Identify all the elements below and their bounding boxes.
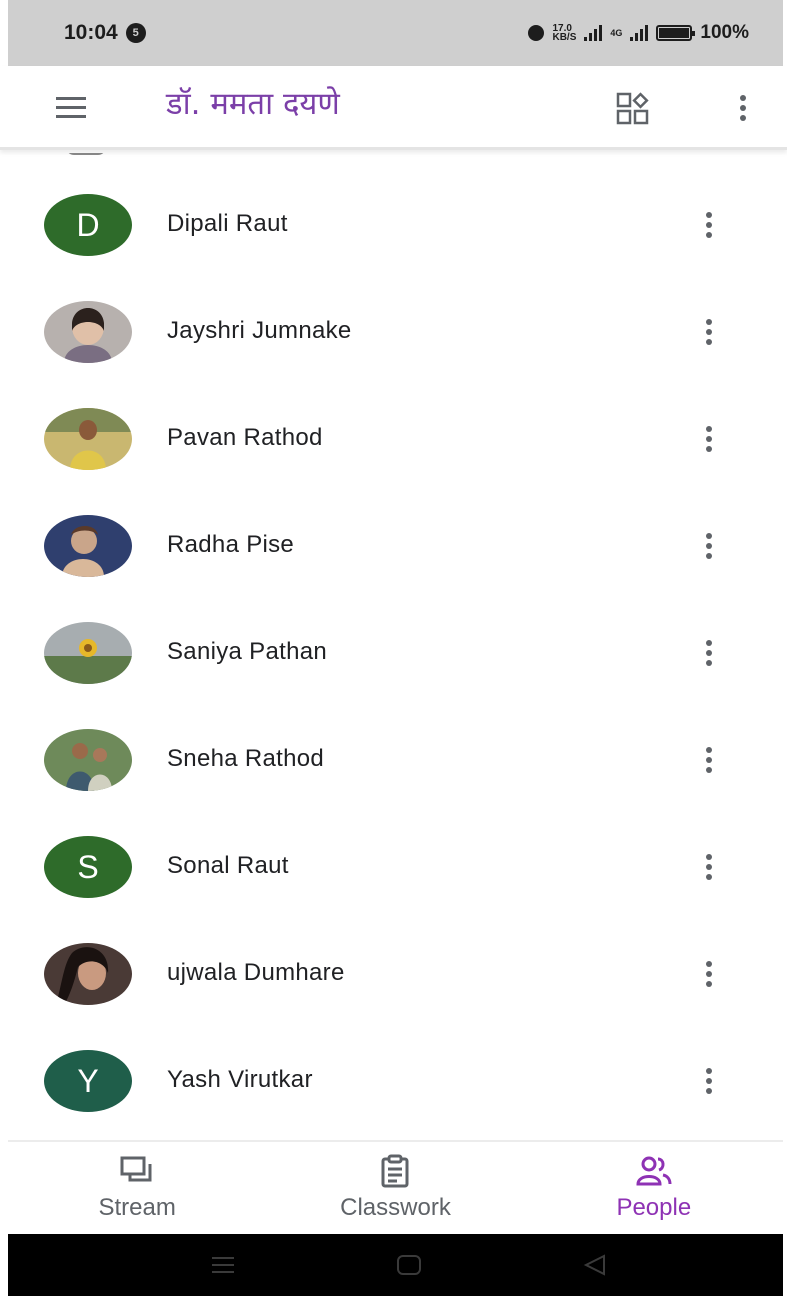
alarm-icon: [528, 25, 545, 41]
nav-people-label: People: [616, 1194, 692, 1221]
person-row[interactable]: Pavan Rathod: [0, 386, 787, 492]
back-icon[interactable]: [580, 1251, 610, 1279]
more-vert-icon[interactable]: [694, 740, 724, 780]
more-vert-icon[interactable]: [694, 419, 724, 459]
avatar[interactable]: [44, 729, 132, 791]
recents-icon[interactable]: [208, 1251, 238, 1279]
network-type-label: 4G: [610, 27, 623, 38]
bottom-nav: Stream Classwork People: [8, 1140, 783, 1234]
more-vert-icon[interactable]: [694, 1061, 724, 1101]
person-name: Pavan Rathod: [167, 424, 323, 451]
person-name: Dipali Raut: [167, 210, 288, 237]
avatar[interactable]: S: [44, 836, 132, 898]
person-name: Radha Pise: [167, 531, 295, 558]
classwork-icon: [381, 1154, 409, 1188]
status-right: 17.0 KB/S 4G 100%: [528, 22, 749, 44]
signal-icon-2: [630, 25, 649, 41]
stream-icon: [120, 1156, 152, 1182]
more-vert-icon[interactable]: [728, 88, 758, 128]
people-icon: [636, 1156, 672, 1186]
network-speed-unit: KB/S: [552, 32, 577, 43]
person-name: Yash Virutkar: [167, 1066, 313, 1093]
network-speed: 17.0 KB/S: [552, 24, 577, 43]
battery-icon: [656, 25, 696, 41]
partial-avatar: [66, 153, 106, 155]
home-icon[interactable]: [394, 1251, 424, 1279]
more-vert-icon[interactable]: [694, 633, 724, 673]
more-vert-icon[interactable]: [694, 847, 724, 887]
avatar[interactable]: [44, 301, 132, 363]
more-vert-icon[interactable]: [694, 954, 724, 994]
signal-icon: [584, 25, 603, 41]
nav-classwork-label: Classwork: [340, 1194, 451, 1221]
person-row[interactable]: S Sonal Raut: [0, 814, 787, 920]
nav-stream[interactable]: Stream: [8, 1142, 266, 1234]
person-row[interactable]: Y Yash Virutkar: [0, 1028, 787, 1134]
more-vert-icon[interactable]: [694, 312, 724, 352]
person-row[interactable]: Saniya Pathan: [0, 600, 787, 706]
person-name: Jayshri Jumnake: [167, 317, 352, 344]
avatar[interactable]: [44, 408, 132, 470]
person-row[interactable]: Radha Pise: [0, 493, 787, 599]
class-title: डॉ. ममता दयणे: [166, 86, 340, 122]
avatar-letter: D: [76, 206, 100, 243]
screen: 10:04 5 17.0 KB/S 4G 100% डॉ. ममता दयणे: [0, 0, 787, 1301]
avatar[interactable]: Y: [44, 1050, 132, 1112]
avatar[interactable]: D: [44, 194, 132, 256]
avatar-letter: Y: [77, 1062, 99, 1099]
avatar[interactable]: [44, 515, 132, 577]
system-nav-bar: [8, 1234, 783, 1296]
person-row[interactable]: ujwala Dumhare: [0, 921, 787, 1027]
person-row[interactable]: Sneha Rathod: [0, 707, 787, 813]
battery-level: 100%: [700, 22, 749, 43]
clock: 10:04: [64, 21, 118, 44]
person-row[interactable]: D Dipali Raut: [0, 172, 787, 278]
avatar[interactable]: [44, 943, 132, 1005]
more-vert-icon[interactable]: [694, 526, 724, 566]
person-name: ujwala Dumhare: [167, 959, 345, 986]
avatar-letter: S: [77, 848, 99, 885]
nav-classwork[interactable]: Classwork: [266, 1142, 524, 1234]
notification-badge: 5: [125, 23, 146, 43]
person-name: Sonal Raut: [167, 852, 289, 879]
nav-people[interactable]: People: [525, 1142, 783, 1234]
status-left: 10:04 5: [64, 21, 146, 45]
people-list[interactable]: D Dipali Raut Jayshri Jumnake Pavan Rath…: [0, 153, 787, 1140]
more-vert-icon[interactable]: [694, 205, 724, 245]
person-row[interactable]: Jayshri Jumnake: [0, 279, 787, 385]
person-name: Sneha Rathod: [167, 745, 325, 772]
app-bar: डॉ. ममता दयणे: [0, 66, 787, 150]
person-name: Saniya Pathan: [167, 638, 328, 665]
avatar[interactable]: [44, 622, 132, 684]
status-bar: 10:04 5 17.0 KB/S 4G 100%: [8, 0, 783, 66]
nav-stream-label: Stream: [98, 1194, 176, 1221]
hamburger-icon[interactable]: [50, 94, 94, 122]
apps-grid-icon[interactable]: [612, 88, 656, 128]
